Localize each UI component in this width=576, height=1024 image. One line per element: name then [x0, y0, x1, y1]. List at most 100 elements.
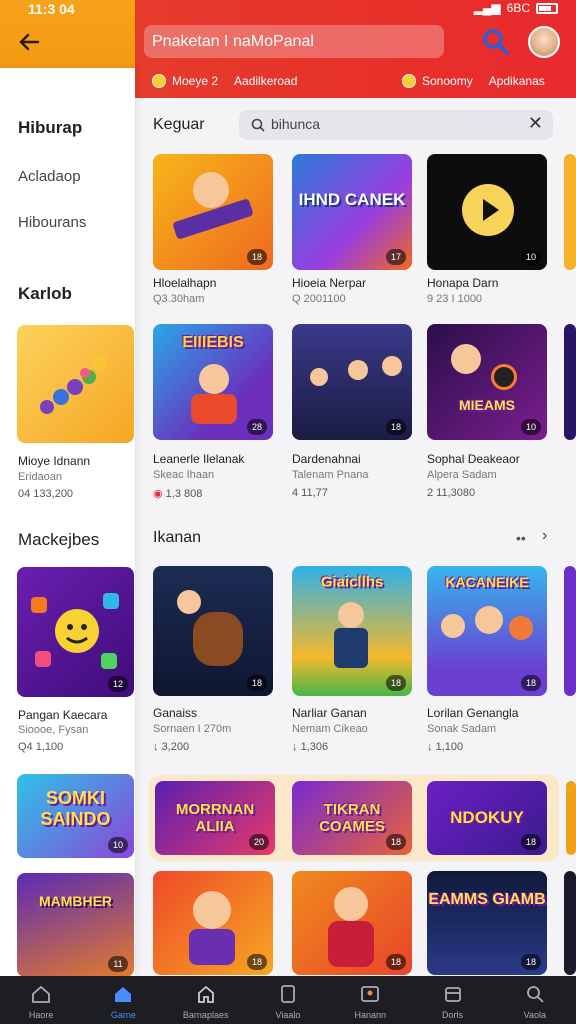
subnav-label: Moeye 2	[172, 74, 219, 88]
category-icon	[152, 74, 166, 88]
clear-icon[interactable]: ✕	[528, 113, 543, 134]
section-title: Keguar	[153, 116, 205, 133]
character-art	[189, 929, 235, 965]
game-tile[interactable]: 18	[292, 871, 412, 975]
game-stat: ↓ 1,100	[427, 741, 463, 753]
stat-value: 1,306	[300, 741, 329, 753]
sidebar-heading[interactable]: Hiburap	[18, 118, 82, 138]
stat-value: 1,3 808	[165, 488, 203, 500]
nav-search[interactable]: Vaola	[494, 976, 576, 1024]
status-time: 11:3 04	[28, 1, 75, 17]
subnav-group-1[interactable]: Moeye 2 Aadilkeroad	[152, 72, 297, 90]
game-tile[interactable]: 18	[292, 324, 412, 440]
nav-profile[interactable]: Hanann	[329, 976, 411, 1024]
game-tile-partial[interactable]	[564, 154, 576, 270]
game-title: Hioeia Nerpar	[292, 276, 367, 290]
wallet-icon	[444, 987, 461, 1002]
game-title: Ganaiss	[153, 706, 198, 720]
status-icons: ▂▄▆ 6BC	[474, 1, 558, 15]
search-value: bihunca	[271, 116, 321, 132]
game-tile[interactable]: 18	[153, 566, 273, 696]
game-logo: SOMKI SAINDO	[40, 788, 111, 830]
game-tile[interactable]: Giaicllhs 18	[292, 566, 412, 696]
character-art	[348, 360, 368, 380]
sidebar-item[interactable]: Hibourans	[18, 214, 86, 231]
sidebar-heading[interactable]: Mackejbes	[18, 530, 99, 550]
game-tile-partial[interactable]	[564, 324, 576, 440]
contact-card-icon	[361, 986, 380, 1002]
sidebar-item[interactable]: Acladaop	[18, 168, 81, 185]
game-tile[interactable]: KACANEIKE 18	[427, 566, 547, 696]
game-tile-partial[interactable]	[564, 566, 576, 696]
character-art	[382, 356, 402, 376]
game-tile[interactable]: EIIIEBIS 28	[153, 324, 273, 440]
badge: 18	[247, 675, 267, 691]
game-logo: NDOKUY	[450, 808, 524, 827]
game-title: Leanerle Ilelanak	[153, 452, 245, 466]
character-art	[334, 628, 368, 668]
game-title: Honapa Darn	[427, 276, 499, 290]
nav-games[interactable]: Garne	[82, 976, 164, 1024]
game-tile[interactable]: EAMMS GIAMB 18	[427, 871, 547, 975]
more-dots-icon[interactable]: ••	[516, 530, 526, 546]
nav-label: Barnaplaes	[182, 1010, 229, 1020]
badge: 18	[386, 675, 406, 691]
badge: 20	[249, 834, 269, 850]
sidebar-card-image[interactable]: MAMBHER 11	[17, 873, 134, 977]
subnav-group-2[interactable]: Sonoomy Apdikanas	[402, 72, 545, 90]
chevron-right-icon[interactable]: ›	[542, 527, 547, 545]
sidebar-card-image[interactable]	[17, 325, 134, 443]
subnav-label: Apdikanas	[488, 74, 545, 88]
nav-video[interactable]: Viaalo	[247, 976, 329, 1024]
search-icon	[251, 118, 265, 132]
nav-docs[interactable]: Dorls	[411, 976, 493, 1024]
badge: 17	[386, 249, 406, 265]
game-title: Lorilan Genangla	[427, 706, 519, 720]
monster-art	[193, 612, 243, 666]
sidebar: Hiburap Acladaop Hibourans Karlob Mioye …	[0, 68, 135, 977]
nav-label: Dorls	[442, 1010, 464, 1020]
game-tile[interactable]: 18	[153, 871, 273, 975]
nav-places[interactable]: Barnaplaes	[165, 976, 247, 1024]
character-art	[441, 614, 465, 638]
sidebar-card-image[interactable]: SOMKI SAINDO 10	[17, 774, 134, 858]
game-tile[interactable]: 18	[153, 154, 273, 270]
home-icon	[32, 985, 51, 1003]
nav-home[interactable]: Haore	[0, 976, 82, 1024]
game-tile[interactable]: MORRNAN ALIIA 20	[155, 781, 275, 855]
game-tile[interactable]: 10	[427, 154, 547, 270]
game-logo: IHND CANEK	[298, 190, 406, 210]
badge: 18	[521, 954, 541, 970]
badge: 18	[386, 954, 406, 970]
game-stat: ↓ 1,306	[292, 741, 328, 753]
battery-icon	[536, 2, 558, 14]
game-title: Hloelalhapn	[153, 276, 217, 290]
game-meta: Sornaen I 270m	[153, 723, 232, 735]
search-button[interactable]	[480, 26, 512, 58]
character-art	[328, 921, 374, 967]
nav-label: Vaola	[523, 1010, 546, 1020]
game-tile-partial[interactable]	[564, 871, 576, 975]
game-tile-partial[interactable]	[566, 781, 576, 855]
badge: 12	[108, 676, 128, 692]
game-logo: MAMBHER	[38, 893, 113, 909]
sidebar-card-sub: Eridaoan	[18, 471, 63, 483]
game-tile[interactable]: NDOKUY 18	[427, 781, 547, 855]
game-stat: ↓ 3,200	[153, 741, 189, 753]
sidebar-heading[interactable]: Karlob	[18, 284, 72, 304]
game-tile[interactable]: TIKRAN COAMES 18	[292, 781, 412, 855]
game-tile[interactable]: MIEAMS 10	[427, 324, 547, 440]
bottom-nav: Haore Garne Barnaplaes Viaalo Hanann Dor…	[0, 976, 576, 1024]
game-title: Dardenahnai	[292, 452, 361, 466]
avatar[interactable]	[528, 26, 560, 58]
game-tile[interactable]: IHND CANEK 17	[292, 154, 412, 270]
back-button[interactable]	[12, 26, 46, 60]
badge: 10	[108, 837, 128, 853]
content-search-input[interactable]: bihunca ✕	[239, 110, 553, 140]
header-search-input[interactable]: Pnaketan I naMoPanal	[144, 25, 444, 58]
sidebar-card-image[interactable]: 12	[17, 567, 134, 697]
game-logo: TIKRAN COAMES	[319, 801, 385, 835]
badge: 10	[521, 249, 541, 265]
sidebar-card-stat: 04 133,200	[18, 488, 74, 500]
app-root: 11:3 04 ▂▄▆ 6BC Pnaketan I naMoPanal Moe…	[0, 0, 576, 1024]
